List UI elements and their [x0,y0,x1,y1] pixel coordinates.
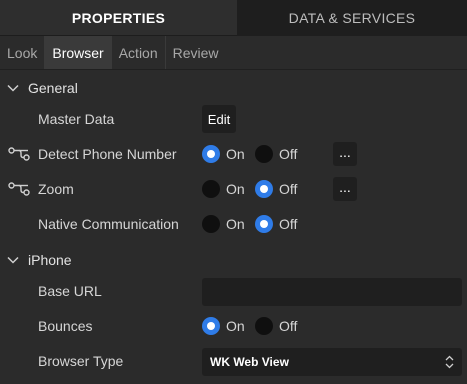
radio-selected-icon [202,145,220,163]
radio-unselected-icon [202,215,220,233]
linked-property-icon[interactable] [8,182,30,196]
native-comm-on-label: On [226,216,245,232]
zoom-more-button[interactable]: ... [333,177,357,201]
detect-phone-number-label: Detect Phone Number [38,146,177,162]
radio-unselected-icon [255,145,273,163]
tab-properties[interactable]: PROPERTIES [0,0,237,36]
tab-review[interactable]: Review [166,36,226,69]
radio-unselected-icon [202,180,220,198]
row-bounces: Bounces On Off [0,311,467,341]
radio-unselected-icon [255,317,273,335]
row-zoom: Zoom On Off ... [0,174,467,204]
edit-master-data-button[interactable]: Edit [202,105,236,133]
detect-phone-on-label: On [226,146,245,162]
bounces-on-label: On [226,318,245,334]
bounces-on-radio[interactable]: On [202,317,245,335]
radio-selected-icon [202,317,220,335]
bounces-label: Bounces [38,318,93,334]
sub-tab-bar: Look Browser Action Review [0,36,467,70]
detect-phone-off-radio[interactable]: Off [255,145,297,163]
bounces-off-label: Off [279,318,298,334]
native-comm-on-radio[interactable]: On [202,215,245,233]
radio-selected-icon [255,215,273,233]
chevron-down-icon [7,84,19,92]
browser-type-value: WK Web View [210,355,289,369]
tab-data-services[interactable]: DATA & SERVICES [237,0,467,36]
zoom-on-label: On [226,181,245,197]
detect-phone-on-radio[interactable]: On [202,145,245,163]
section-title-general: General [28,80,78,96]
base-url-input[interactable] [202,278,462,306]
radio-selected-icon [255,180,273,198]
tab-look[interactable]: Look [0,36,46,69]
section-title-iphone: iPhone [28,252,72,268]
row-browser-type: Browser Type WK Web View [0,346,467,376]
zoom-label: Zoom [38,181,74,197]
native-comm-off-label: Off [279,216,298,232]
zoom-on-radio[interactable]: On [202,180,245,198]
row-detect-phone-number: Detect Phone Number On Off ... [0,139,467,169]
section-general-header[interactable]: General [0,73,467,103]
native-communication-label: Native Communication [38,216,179,232]
section-iphone-header[interactable]: iPhone [0,245,467,275]
browser-type-label: Browser Type [38,353,124,369]
zoom-off-radio[interactable]: Off [255,180,297,198]
zoom-off-label: Off [279,181,298,197]
native-comm-off-radio[interactable]: Off [255,215,297,233]
tab-action[interactable]: Action [112,36,166,69]
top-tab-bar: PROPERTIES DATA & SERVICES [0,0,467,36]
bounces-off-radio[interactable]: Off [255,317,297,335]
select-arrows-icon [445,355,454,369]
linked-property-icon[interactable] [8,147,30,161]
browser-type-select[interactable]: WK Web View [202,348,462,376]
master-data-label: Master Data [38,111,115,127]
row-master-data: Master Data Edit [0,104,467,134]
detect-phone-more-button[interactable]: ... [333,142,357,166]
properties-panel: PROPERTIES DATA & SERVICES Look Browser … [0,0,467,384]
base-url-label: Base URL [38,283,102,299]
detect-phone-off-label: Off [279,146,298,162]
row-base-url: Base URL [0,276,467,306]
row-native-communication: Native Communication On Off [0,209,467,239]
tab-browser[interactable]: Browser [45,36,112,69]
chevron-down-icon [7,256,19,264]
